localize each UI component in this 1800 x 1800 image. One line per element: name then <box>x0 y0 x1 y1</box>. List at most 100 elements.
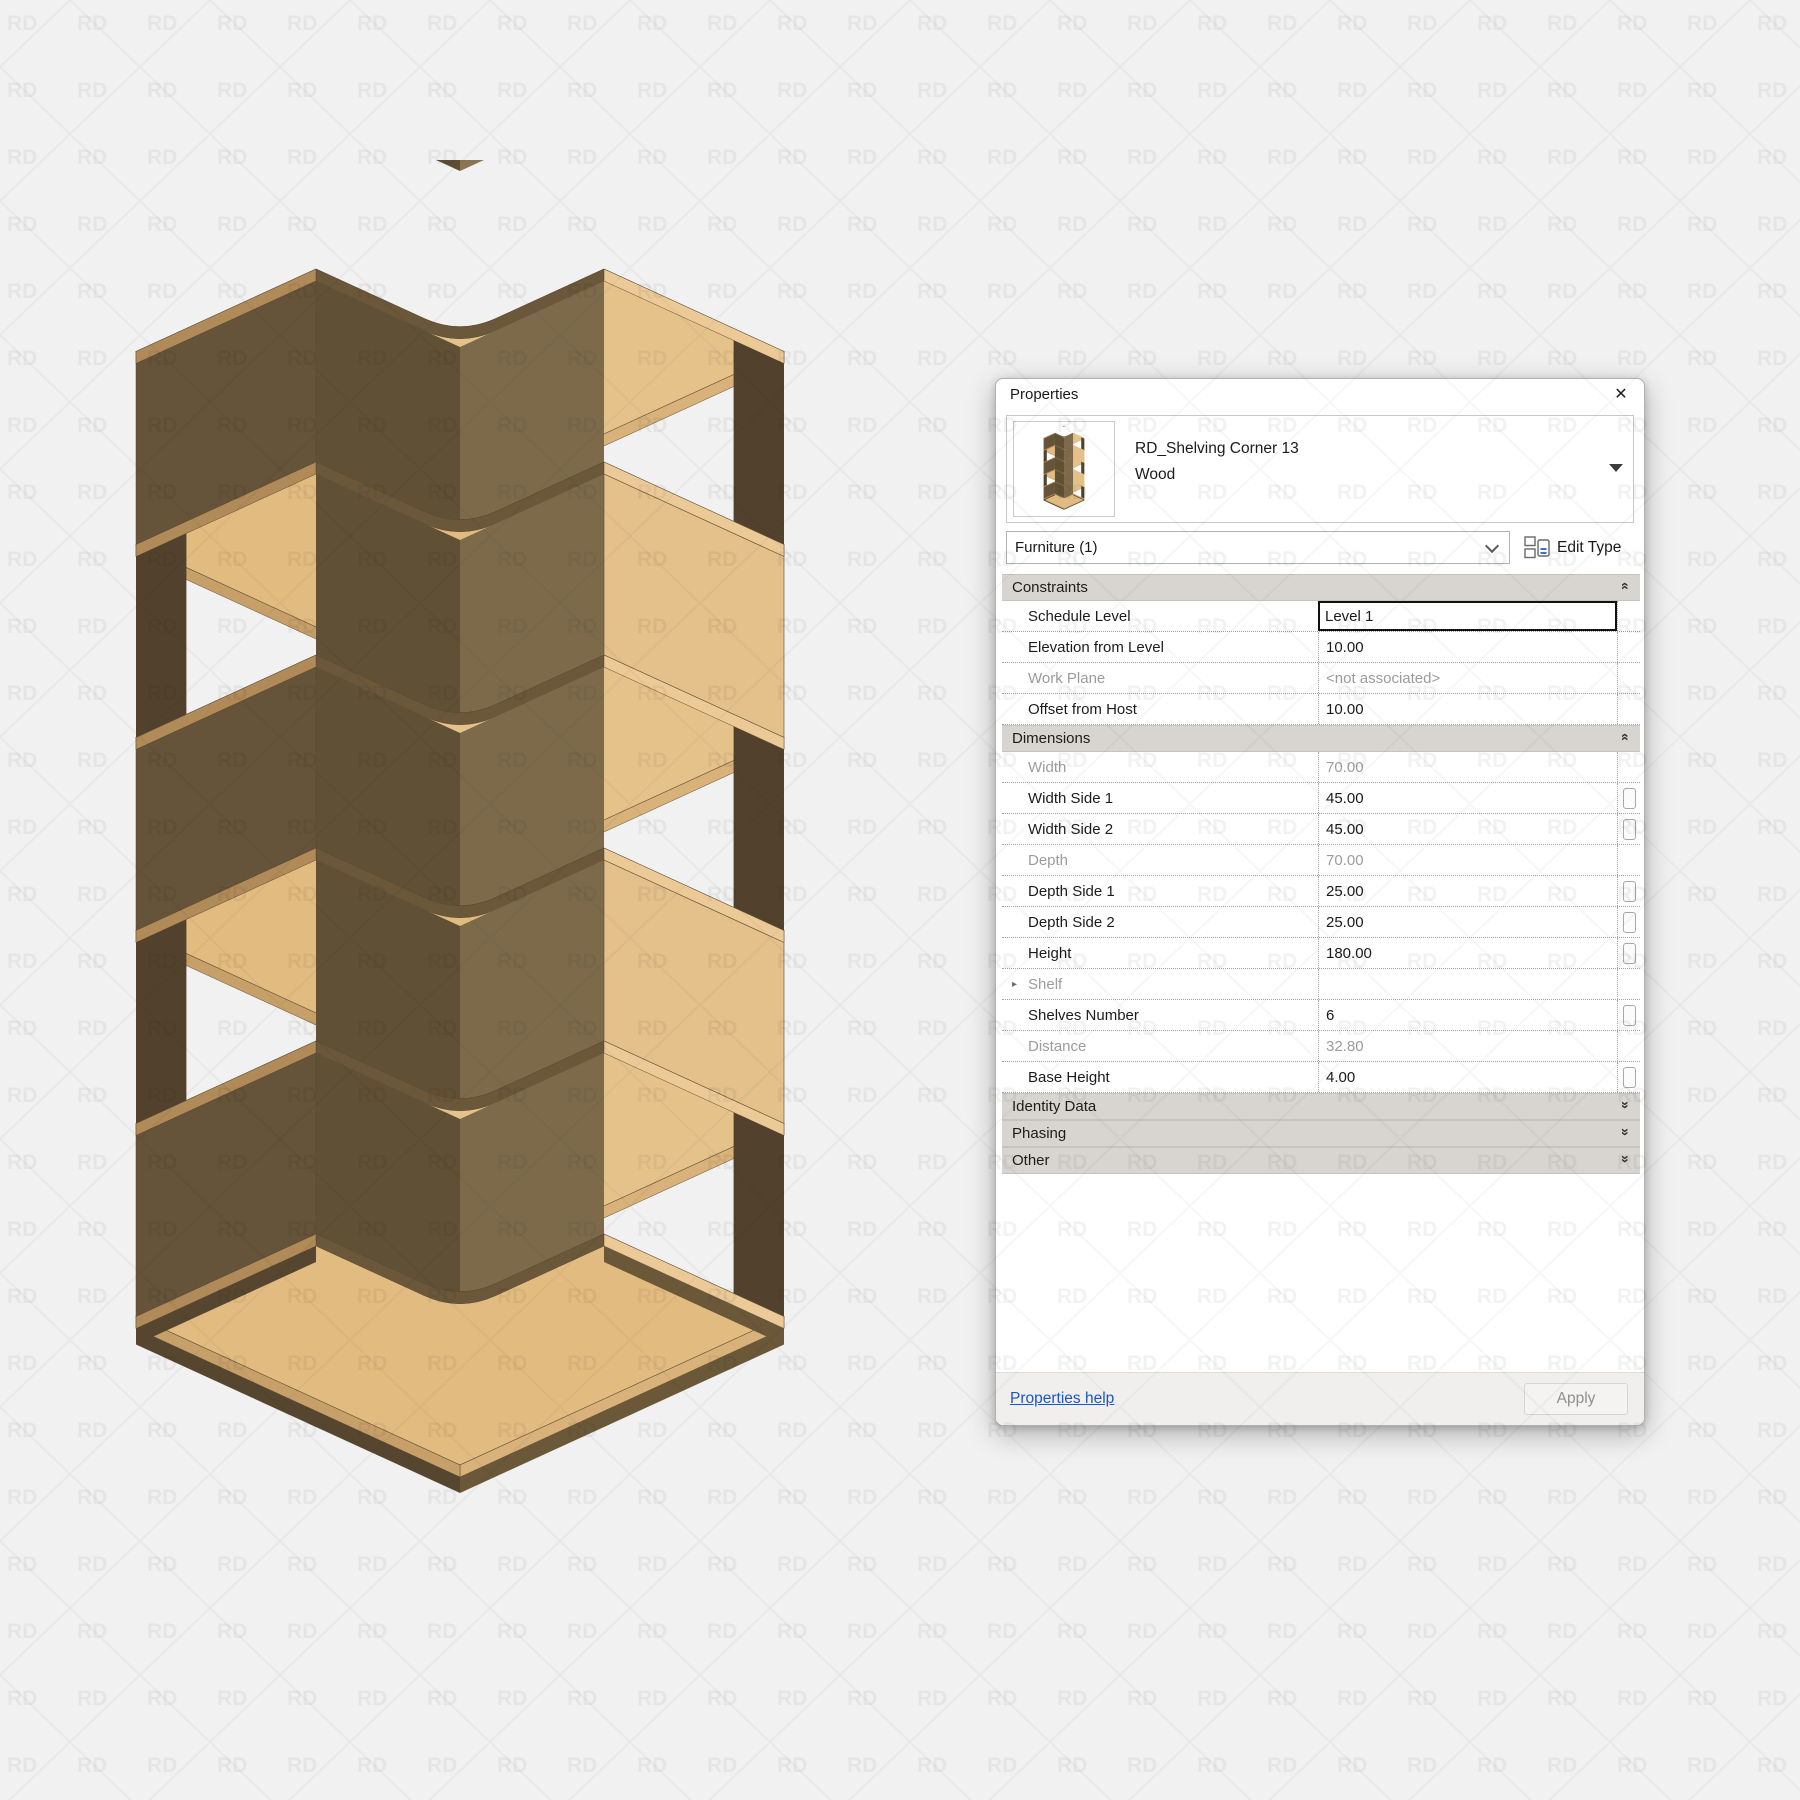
associate-parameter-cell <box>1617 663 1640 693</box>
property-name-text: Distance <box>1028 1038 1086 1055</box>
section-header-phasing[interactable]: Phasing » <box>1002 1120 1640 1147</box>
property-row-width-side-2: Width Side 2 45.00 <box>1002 814 1640 845</box>
associate-parameter-cell <box>1617 632 1640 662</box>
property-value[interactable]: 32.80 <box>1318 1031 1617 1061</box>
expand-section-icon[interactable]: » <box>1618 1128 1634 1136</box>
associate-parameter-cell <box>1617 1031 1640 1061</box>
associate-parameter-cell <box>1617 938 1640 968</box>
associate-parameter-button[interactable] <box>1623 943 1636 964</box>
property-name: ▸ Shelf <box>1002 969 1318 999</box>
section-label: Identity Data <box>1012 1098 1096 1115</box>
section-label: Other <box>1012 1152 1050 1169</box>
property-name: Base Height <box>1002 1062 1318 1092</box>
property-value[interactable]: 70.00 <box>1318 752 1617 782</box>
property-value[interactable]: 10.00 <box>1318 632 1617 662</box>
properties-panel: Properties ✕ RD_Shelving Corner 13 Wood … <box>995 378 1645 1426</box>
associate-parameter-cell <box>1617 783 1640 813</box>
shelving-corner-render <box>55 160 865 1560</box>
property-name-text: Offset from Host <box>1028 701 1137 718</box>
property-name: Height <box>1002 938 1318 968</box>
properties-help-link[interactable]: Properties help <box>1010 1390 1114 1408</box>
type-name: Wood <box>1135 466 1175 484</box>
stage: Properties ✕ RD_Shelving Corner 13 Wood … <box>0 0 1800 1800</box>
associate-parameter-cell <box>1617 752 1640 782</box>
property-name-text: Width Side 2 <box>1028 821 1113 838</box>
property-row-width: Width 70.00 <box>1002 752 1640 783</box>
panel-titlebar: Properties ✕ <box>996 379 1644 411</box>
property-name: Work Plane <box>1002 663 1318 693</box>
category-combobox-value: Furniture (1) <box>1015 539 1098 556</box>
type-preview-selector[interactable]: RD_Shelving Corner 13 Wood <box>1006 415 1634 523</box>
type-row: Furniture (1) Edit Type <box>1006 531 1636 565</box>
property-row-base-height: Base Height4.00 <box>1002 1062 1640 1093</box>
section-header-other[interactable]: Other » <box>1002 1147 1640 1174</box>
close-icon[interactable]: ✕ <box>1610 384 1632 406</box>
property-row-shelves-number: Shelves Number6 <box>1002 1000 1640 1031</box>
property-value[interactable] <box>1318 969 1617 999</box>
edit-type-label: Edit Type <box>1557 539 1621 557</box>
associate-parameter-cell <box>1617 845 1640 875</box>
property-row-shelf: ▸ Shelf <box>1002 969 1640 1000</box>
associate-parameter-cell <box>1617 601 1640 631</box>
associate-parameter-button[interactable] <box>1623 819 1636 840</box>
property-row-depth-side-1: Depth Side 125.00 <box>1002 876 1640 907</box>
family-thumbnail <box>1013 421 1115 517</box>
apply-button[interactable]: Apply <box>1524 1383 1628 1415</box>
property-value[interactable]: Level 1 <box>1318 601 1617 631</box>
collapse-section-icon[interactable]: « <box>1618 582 1634 590</box>
family-name: RD_Shelving Corner 13 <box>1135 440 1299 458</box>
property-row-height: Height 180.00 <box>1002 938 1640 969</box>
property-name-text: Height <box>1028 945 1071 962</box>
property-value[interactable]: <not associated> <box>1318 663 1617 693</box>
property-row-work-plane: Work Plane<not associated> <box>1002 663 1640 694</box>
property-name: Depth Side 1 <box>1002 876 1318 906</box>
property-value[interactable]: 45.00 <box>1318 783 1617 813</box>
property-name-text: Depth <box>1028 852 1068 869</box>
edit-type-button[interactable]: Edit Type <box>1524 533 1621 563</box>
property-value[interactable]: 6 <box>1318 1000 1617 1030</box>
property-value[interactable]: 45.00 <box>1318 814 1617 844</box>
property-name-text: Shelf <box>1028 976 1062 993</box>
property-value[interactable]: 25.00 <box>1318 876 1617 906</box>
associate-parameter-button[interactable] <box>1623 788 1636 809</box>
chevron-down-icon <box>1485 539 1499 553</box>
property-row-elevation-from-level: Elevation from Level 10.00 <box>1002 632 1640 663</box>
property-name: Depth Side 2 <box>1002 907 1318 937</box>
expand-section-icon[interactable]: » <box>1618 1101 1634 1109</box>
associate-parameter-cell <box>1617 907 1640 937</box>
section-label: Phasing <box>1012 1125 1066 1142</box>
property-value[interactable]: 180.00 <box>1318 938 1617 968</box>
property-value[interactable]: 4.00 <box>1318 1062 1617 1092</box>
expander-icon[interactable]: ▸ <box>1012 979 1017 990</box>
property-name-text: Schedule Level <box>1028 608 1131 625</box>
section-header-constraints[interactable]: Constraints « <box>1002 574 1640 601</box>
type-dropdown-caret-icon[interactable] <box>1609 464 1623 472</box>
property-name: Width Side 2 <box>1002 814 1318 844</box>
property-value[interactable]: 70.00 <box>1318 845 1617 875</box>
section-header-identity-data[interactable]: Identity Data » <box>1002 1093 1640 1120</box>
property-name-text: Depth Side 2 <box>1028 914 1115 931</box>
panel-footer: Properties help Apply <box>996 1372 1644 1425</box>
expand-section-icon[interactable]: » <box>1618 1155 1634 1163</box>
associate-parameter-button[interactable] <box>1623 1005 1636 1026</box>
collapse-section-icon[interactable]: « <box>1618 733 1634 741</box>
property-value[interactable]: 25.00 <box>1318 907 1617 937</box>
family-thumbnail-image <box>1035 426 1093 514</box>
section-header-dimensions[interactable]: Dimensions « <box>1002 725 1640 752</box>
category-combobox[interactable]: Furniture (1) <box>1006 531 1510 564</box>
property-name-text: Width <box>1028 759 1066 776</box>
property-row-width-side-1: Width Side 145.00 <box>1002 783 1640 814</box>
property-name: Elevation from Level <box>1002 632 1318 662</box>
associate-parameter-cell <box>1617 1062 1640 1092</box>
property-name: Offset from Host <box>1002 694 1318 724</box>
property-name: Depth <box>1002 845 1318 875</box>
panel-title: Properties <box>1010 386 1078 403</box>
section-label: Dimensions <box>1012 730 1090 747</box>
associate-parameter-button[interactable] <box>1623 1067 1636 1088</box>
associate-parameter-button[interactable] <box>1623 881 1636 902</box>
section-label: Constraints <box>1012 579 1088 596</box>
property-name-text: Elevation from Level <box>1028 639 1164 656</box>
property-value[interactable]: 10.00 <box>1318 694 1617 724</box>
property-name: Width Side 1 <box>1002 783 1318 813</box>
associate-parameter-button[interactable] <box>1623 912 1636 933</box>
